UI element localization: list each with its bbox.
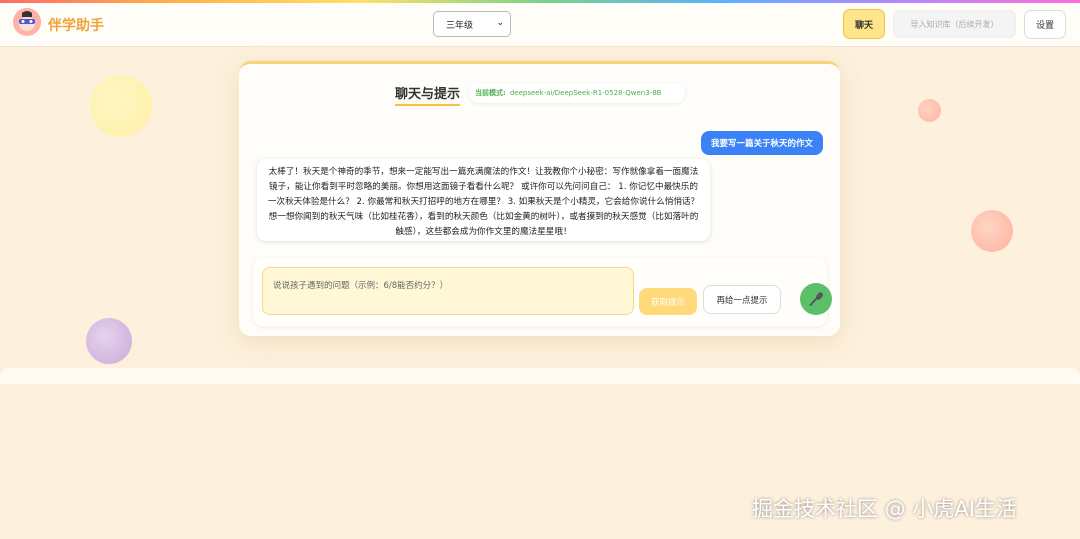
model-indicator: 当前模式: deepseek-ai/DeepSeek-R1-0528-Qwen3… — [469, 83, 685, 103]
assistant-message: 太棒了！秋天是个神奇的季节，想来一定能写出一篇充满魔法的作文！让我教你个小秘密：… — [257, 159, 710, 241]
input-area: 说说孩子遇到的问题（示例：6/8能否约分？） 获取提示 再给一点提示 — [253, 258, 832, 326]
chat-card: 聊天与提示 当前模式: deepseek-ai/DeepSeek-R1-0528… — [239, 61, 840, 336]
logo-avatar-icon — [13, 8, 41, 36]
question-input[interactable]: 说说孩子遇到的问题（示例：6/8能否约分？） — [262, 267, 634, 315]
grade-select[interactable]: 三年级 ⌄ — [433, 11, 511, 37]
grade-select-value: 三年级 — [446, 20, 474, 31]
get-hint-button[interactable]: 获取提示 — [639, 288, 697, 315]
microphone-button[interactable] — [800, 283, 832, 315]
app-title: 伴学助手 — [48, 18, 104, 34]
header-bar: 伴学助手 三年级 ⌄ 聊天 导入知识库（后续开发） 设置 — [0, 3, 1080, 47]
decor-bubble — [971, 210, 1013, 252]
user-message: 我要写一篇关于秋天的作文 — [701, 131, 823, 155]
model-name: deepseek-ai/DeepSeek-R1-0528-Qwen3-8B — [509, 89, 662, 97]
decor-bubble — [90, 75, 152, 137]
settings-button[interactable]: 设置 — [1024, 10, 1066, 39]
import-knowledge-button[interactable]: 导入知识库（后续开发） — [893, 10, 1016, 38]
chevron-down-icon: ⌄ — [496, 18, 504, 28]
watermark-text: 掘金技术社区 @ 小虎AI生活 — [752, 497, 1017, 521]
decor-bubble — [918, 99, 941, 122]
chat-card-title: 聊天与提示 — [395, 83, 461, 106]
microphone-icon — [809, 292, 823, 306]
more-hint-button[interactable]: 再给一点提示 — [703, 285, 781, 314]
decor-bubble — [86, 318, 132, 364]
model-label: 当前模式: — [475, 89, 506, 97]
chat-button[interactable]: 聊天 — [843, 9, 885, 39]
